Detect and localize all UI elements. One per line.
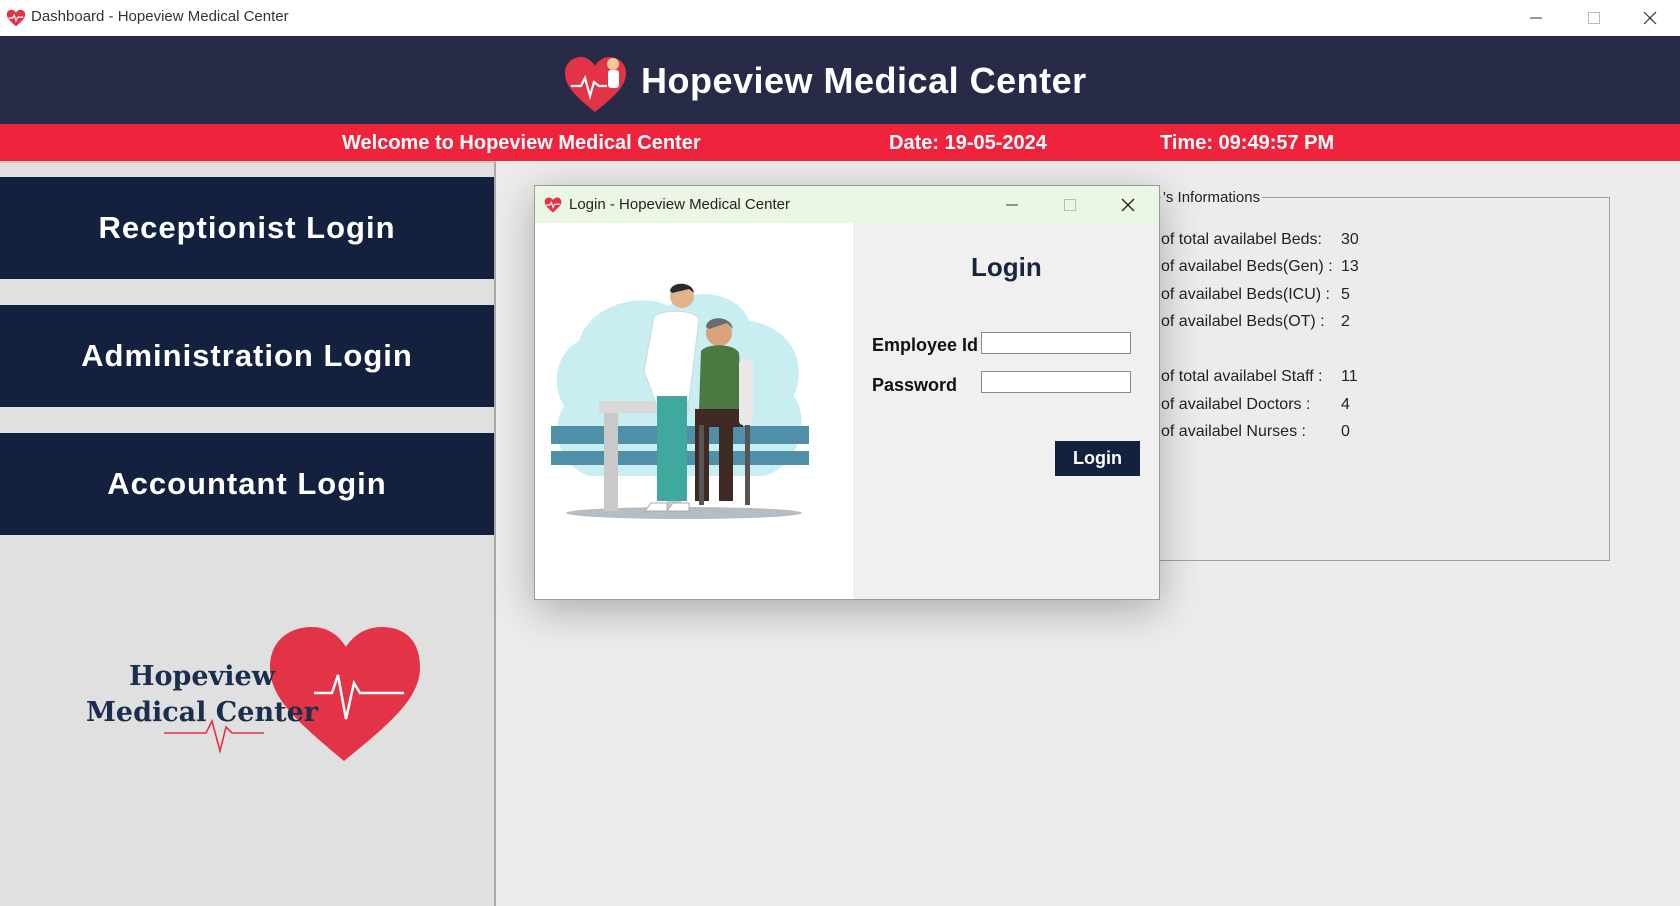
minimize-icon xyxy=(1530,17,1542,19)
info-label: of total availabel Beds: xyxy=(1161,231,1322,248)
header-title: Hopeview Medical Center xyxy=(641,60,1087,101)
password-input[interactable] xyxy=(981,371,1131,393)
hospital-logo: Hopeview Medical Center xyxy=(86,627,420,761)
info-value: 30 xyxy=(1341,231,1359,248)
employee-id-label: Employee Id xyxy=(872,335,979,355)
info-value: 2 xyxy=(1341,313,1350,330)
administration-login-button[interactable]: Administration Login xyxy=(0,305,494,407)
close-button[interactable] xyxy=(1622,0,1680,36)
information-panel-legend: 's Informations xyxy=(1161,189,1263,206)
app-heart-icon xyxy=(6,9,26,27)
dialog-titlebar: Login - Hopeview Medical Center xyxy=(535,186,1159,223)
dialog-maximize-button[interactable] xyxy=(1041,186,1099,223)
info-label: of availabel Nurses : xyxy=(1161,423,1306,440)
app-header: Hopeview Medical Center xyxy=(0,36,1680,124)
date-text: Date: 19-05-2024 xyxy=(889,132,1047,154)
status-bar: Welcome to Hopeview Medical Center Date:… xyxy=(0,124,1680,161)
info-label: of total availabel Staff : xyxy=(1161,368,1323,385)
sidebar: Receptionist Login Administration Login … xyxy=(0,161,496,906)
accountant-login-button[interactable]: Accountant Login xyxy=(0,433,494,535)
window-title: Dashboard - Hopeview Medical Center xyxy=(31,8,289,25)
maximize-icon xyxy=(1588,12,1600,24)
dialog-title: Login - Hopeview Medical Center xyxy=(569,196,790,213)
info-value: 13 xyxy=(1341,258,1359,275)
logo-text-line2: Medical Center xyxy=(86,697,319,728)
login-button[interactable]: Login xyxy=(1055,441,1140,476)
info-label: of availabel Beds(ICU) : xyxy=(1161,286,1330,303)
information-panel: 's Informations of total availabel Beds:… xyxy=(1100,189,1610,561)
close-icon xyxy=(1121,198,1135,212)
welcome-text: Welcome to Hopeview Medical Center xyxy=(342,132,701,154)
info-label: of availabel Beds(Gen) : xyxy=(1161,258,1333,275)
close-icon xyxy=(1643,11,1657,25)
dialog-close-button[interactable] xyxy=(1099,186,1157,223)
info-label: of availabel Doctors : xyxy=(1161,396,1311,413)
login-heading: Login xyxy=(971,252,1042,282)
info-value: 11 xyxy=(1341,368,1358,385)
info-label: of availabel Beds(OT) : xyxy=(1161,313,1325,330)
time-text: Time: 09:49:57 PM xyxy=(1160,132,1335,154)
password-label: Password xyxy=(872,375,958,395)
receptionist-login-button[interactable]: Receptionist Login xyxy=(0,177,494,279)
maximize-icon xyxy=(1064,199,1076,211)
illustration-panel xyxy=(535,223,853,599)
dialog-minimize-button[interactable] xyxy=(983,186,1041,223)
minimize-button[interactable] xyxy=(1508,0,1566,36)
employee-id-input[interactable] xyxy=(981,332,1131,354)
info-value: 5 xyxy=(1341,286,1350,303)
window-titlebar: Dashboard - Hopeview Medical Center xyxy=(0,0,1680,36)
doctor-patient-illustration xyxy=(551,283,809,519)
minimize-icon xyxy=(1006,204,1018,206)
logo-text-line1: Hopeview xyxy=(129,661,276,692)
heart-logo-icon xyxy=(565,57,626,112)
info-value: 4 xyxy=(1341,396,1350,413)
login-dialog: Login - Hopeview Medical Center Login Em… xyxy=(534,185,1160,600)
maximize-button[interactable] xyxy=(1566,0,1624,36)
info-value: 0 xyxy=(1341,423,1350,440)
app-heart-icon xyxy=(544,197,562,213)
